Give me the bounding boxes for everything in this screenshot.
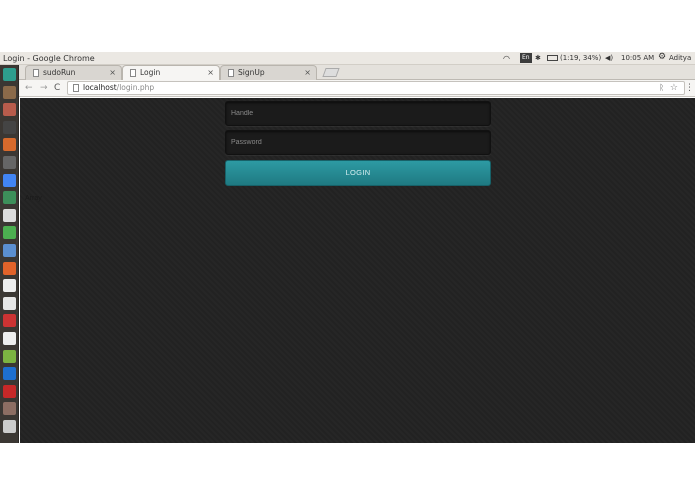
drive-icon[interactable] — [3, 402, 16, 416]
screen: Login - Google Chrome ◠ En ✱ (1:19, 34%)… — [0, 0, 695, 494]
extension-icon[interactable]: ᚱ — [659, 82, 664, 94]
language-indicator[interactable]: En — [520, 53, 532, 63]
user-menu[interactable]: Aditya — [669, 53, 691, 64]
clock[interactable]: 10:05 AM — [621, 53, 654, 64]
gear-icon[interactable]: ⚙ — [658, 52, 666, 63]
tab-label: SignUp — [238, 68, 265, 77]
app-icon[interactable] — [3, 384, 16, 398]
spreadsheet-icon[interactable] — [3, 226, 16, 240]
stray-output-text: Array — [25, 195, 42, 202]
tab-label: Login — [140, 68, 161, 77]
volume-icon[interactable]: ◀) — [605, 53, 613, 64]
tab-strip: sudoRun × Login × SignUp × — [19, 65, 695, 81]
menu-icon[interactable]: ⋮ — [685, 82, 694, 94]
forward-icon[interactable]: → — [40, 82, 48, 94]
battery-icon[interactable] — [547, 55, 558, 61]
tools-icon[interactable] — [3, 314, 16, 328]
close-icon[interactable]: × — [109, 66, 116, 79]
firefox-icon[interactable] — [3, 138, 16, 152]
writer-icon[interactable] — [3, 244, 16, 257]
android-icon[interactable] — [3, 349, 16, 363]
close-icon[interactable]: × — [304, 66, 311, 79]
launcher — [0, 65, 19, 443]
files-icon[interactable] — [3, 85, 16, 99]
chrome-icon[interactable] — [3, 173, 16, 187]
star-icon[interactable]: ☆ — [670, 82, 678, 94]
address-bar[interactable]: localhost/login.php ᚱ ☆ — [67, 81, 685, 95]
archive-icon[interactable] — [3, 103, 16, 117]
bluetooth-icon[interactable] — [3, 367, 16, 381]
dash-icon[interactable] — [3, 68, 16, 81]
window-title: Login - Google Chrome — [3, 54, 95, 63]
terminal-icon[interactable] — [3, 120, 16, 134]
software-center-icon[interactable] — [3, 261, 16, 275]
back-icon[interactable]: ← — [25, 82, 33, 94]
battery-status[interactable]: (1:19, 34%) — [560, 53, 601, 64]
close-icon[interactable]: × — [207, 66, 214, 79]
page-content: LOGIN Array — [20, 98, 695, 443]
url-text[interactable]: localhost/login.php — [83, 82, 154, 94]
tab-sudorun[interactable]: sudoRun × — [25, 65, 122, 80]
tab-signup[interactable]: SignUp × — [220, 65, 317, 80]
top-panel: Login - Google Chrome ◠ En ✱ (1:19, 34%)… — [0, 52, 695, 65]
handle-input[interactable] — [225, 101, 491, 126]
page-icon — [130, 69, 136, 77]
login-button[interactable]: LOGIN — [225, 160, 491, 186]
calendar-icon[interactable] — [3, 332, 16, 345]
wifi-icon[interactable]: ◠ — [503, 53, 510, 64]
url-path: /login.php — [116, 83, 155, 92]
reload-icon[interactable]: C — [54, 82, 60, 94]
printer-icon[interactable] — [3, 420, 16, 433]
new-tab-button[interactable] — [322, 68, 340, 77]
tab-login[interactable]: Login × — [122, 65, 220, 81]
page-icon — [33, 69, 39, 77]
browser-toolbar: ← → C localhost/login.php ᚱ ☆ ⋮ — [19, 80, 695, 97]
password-input[interactable] — [225, 130, 491, 155]
amazon-icon[interactable] — [3, 296, 16, 310]
url-host: localhost — [83, 83, 117, 92]
page-icon — [228, 69, 234, 77]
bluetooth-icon[interactable]: ✱ — [535, 53, 541, 64]
document-icon[interactable] — [3, 208, 16, 222]
page-info-icon[interactable] — [73, 84, 79, 92]
text-editor-icon[interactable] — [3, 156, 16, 169]
tab-label: sudoRun — [43, 68, 76, 77]
text-file-icon[interactable] — [3, 279, 16, 293]
sublime-icon[interactable] — [3, 191, 16, 205]
